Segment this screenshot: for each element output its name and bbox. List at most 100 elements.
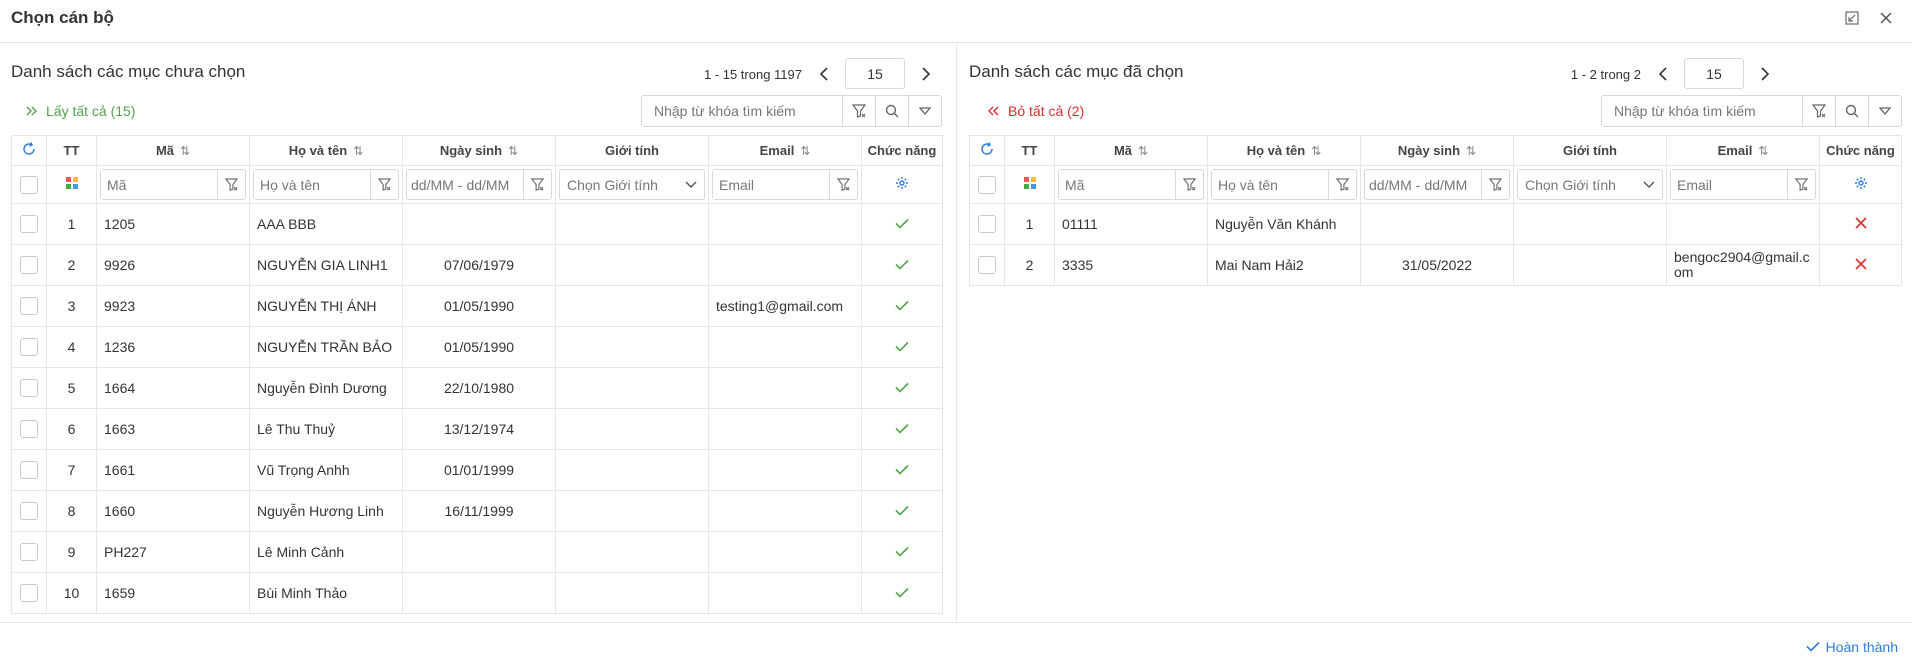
- date-range-filter[interactable]: dd/MM - dd/MM: [407, 170, 523, 199]
- check-icon[interactable]: [861, 203, 943, 245]
- row-checkbox[interactable]: [978, 215, 996, 234]
- refresh-icon[interactable]: [11, 135, 47, 166]
- filter-icon[interactable]: [1787, 170, 1815, 199]
- check-icon[interactable]: [861, 449, 943, 491]
- table-row[interactable]: 1 1205 AAA BBB: [11, 203, 943, 245]
- col-header-ma[interactable]: Mã ⇅: [96, 135, 250, 166]
- check-icon[interactable]: [861, 244, 943, 286]
- cell-dob: [1360, 203, 1514, 245]
- filter-dropdown-icon[interactable]: [1868, 96, 1901, 126]
- next-page-button[interactable]: [914, 60, 938, 88]
- page-size-input[interactable]: [845, 58, 905, 89]
- gear-icon[interactable]: [1819, 165, 1902, 204]
- table-row[interactable]: 6 1663 Lê Thu Thuỷ 13/12/1974: [11, 408, 943, 450]
- row-checkbox[interactable]: [20, 379, 38, 398]
- cell-gender: [555, 326, 709, 368]
- cell-gender: [1513, 203, 1667, 245]
- row-checkbox[interactable]: [20, 420, 38, 439]
- table-row[interactable]: 3 9923 NGUYỄN THỊ ÁNH 01/05/1990 testing1@gm…: [11, 285, 943, 327]
- row-checkbox[interactable]: [20, 543, 38, 562]
- page-size-input[interactable]: [1684, 58, 1744, 89]
- search-input[interactable]: [642, 96, 842, 126]
- search-icon[interactable]: [1835, 96, 1868, 126]
- cell-name: Nguyễn Đình Dương: [249, 367, 403, 409]
- dialog-footer: Hoàn thành: [0, 622, 1912, 661]
- filter-dropdown-icon[interactable]: [908, 96, 941, 126]
- cell-email: [1666, 203, 1820, 245]
- col-header-name[interactable]: Họ và tên ⇅: [249, 135, 403, 166]
- select-all-checkbox[interactable]: [20, 175, 38, 194]
- select-all-button[interactable]: Lấy tất cả (15): [26, 99, 136, 123]
- row-checkbox[interactable]: [20, 297, 38, 316]
- row-checkbox[interactable]: [20, 256, 38, 275]
- row-checkbox[interactable]: [20, 584, 38, 603]
- filter-icon[interactable]: [370, 170, 398, 199]
- filter-icon[interactable]: [1802, 96, 1835, 126]
- x-icon[interactable]: [1819, 203, 1902, 245]
- table-row[interactable]: 9 PH227 Lê Minh Cảnh: [11, 531, 943, 573]
- finish-button[interactable]: Hoàn thành: [1806, 639, 1898, 655]
- x-icon[interactable]: [1819, 244, 1902, 286]
- selected-panel-title: Danh sách các mục đã chọn: [969, 62, 1184, 81]
- table-row[interactable]: 2 3335 Mai Nam Hải2 31/05/2022 bengoc2904@gm…: [969, 244, 1902, 286]
- row-checkbox[interactable]: [20, 338, 38, 357]
- prev-page-button[interactable]: [1651, 60, 1675, 88]
- select-all-checkbox[interactable]: [978, 175, 996, 194]
- check-icon[interactable]: [861, 572, 943, 614]
- col-header-dob[interactable]: Ngày sinh ⇅: [1360, 135, 1514, 166]
- filter-icon[interactable]: [523, 170, 551, 199]
- grid-color-icon[interactable]: [46, 165, 97, 204]
- check-icon[interactable]: [861, 531, 943, 573]
- gender-select[interactable]: Chọn Giới tính: [559, 169, 705, 200]
- filter-icon[interactable]: [1481, 170, 1509, 199]
- table-row[interactable]: 8 1660 Nguyễn Hương Linh 16/11/1999: [11, 490, 943, 532]
- col-header-ma[interactable]: Mã ⇅: [1054, 135, 1208, 166]
- table-row[interactable]: 4 1236 NGUYỄN TRẦN BẢO 01/05/1990: [11, 326, 943, 368]
- row-checkbox[interactable]: [20, 502, 38, 521]
- table-row[interactable]: 5 1664 Nguyễn Đình Dương 22/10/1980: [11, 367, 943, 409]
- cell-select: [11, 244, 47, 286]
- next-page-button[interactable]: [1753, 60, 1777, 88]
- search-icon[interactable]: [875, 96, 908, 126]
- check-icon[interactable]: [861, 326, 943, 368]
- filter-icon[interactable]: [842, 96, 875, 126]
- name-filter-input[interactable]: [254, 170, 370, 199]
- row-checkbox[interactable]: [978, 256, 996, 275]
- check-icon[interactable]: [861, 285, 943, 327]
- name-filter-input[interactable]: [1212, 170, 1328, 199]
- col-header-email[interactable]: Email ⇅: [1666, 135, 1820, 166]
- date-range-filter[interactable]: dd/MM - dd/MM: [1365, 170, 1481, 199]
- col-header-dob[interactable]: Ngày sinh ⇅: [402, 135, 556, 166]
- email-filter-input[interactable]: [1671, 170, 1787, 199]
- filter-icon[interactable]: [1328, 170, 1356, 199]
- cell-email: [708, 367, 862, 409]
- cell-gender: [555, 572, 709, 614]
- check-icon[interactable]: [861, 367, 943, 409]
- gender-select[interactable]: Chọn Giới tính: [1517, 169, 1663, 200]
- ma-filter-input[interactable]: [101, 170, 217, 199]
- table-row[interactable]: 1 01111 Nguyễn Văn Khánh: [969, 203, 1902, 245]
- refresh-icon[interactable]: [969, 135, 1005, 166]
- table-row[interactable]: 2 9926 NGUYỄN GIA LINH1 07/06/1979: [11, 244, 943, 286]
- remove-all-button[interactable]: Bỏ tất cả (2): [988, 99, 1084, 123]
- email-filter-input[interactable]: [713, 170, 829, 199]
- ma-filter-input[interactable]: [1059, 170, 1175, 199]
- check-icon[interactable]: [861, 408, 943, 450]
- filter-icon[interactable]: [1175, 170, 1203, 199]
- search-input[interactable]: [1602, 96, 1802, 126]
- close-icon[interactable]: [1876, 8, 1896, 28]
- filter-icon[interactable]: [217, 170, 245, 199]
- table-row[interactable]: 7 1661 Vũ Trọng Anhh 01/01/1999: [11, 449, 943, 491]
- filter-icon[interactable]: [829, 170, 857, 199]
- table-row[interactable]: 10 1659 Bùi Minh Thảo: [11, 572, 943, 614]
- col-header-name[interactable]: Họ và tên ⇅: [1207, 135, 1361, 166]
- grid-color-icon[interactable]: [1004, 165, 1055, 204]
- row-checkbox[interactable]: [20, 461, 38, 480]
- col-header-email[interactable]: Email ⇅: [708, 135, 862, 166]
- restore-window-icon[interactable]: [1842, 8, 1862, 28]
- cell-gender: [1513, 244, 1667, 286]
- prev-page-button[interactable]: [812, 60, 836, 88]
- gear-icon[interactable]: [861, 165, 943, 204]
- check-icon[interactable]: [861, 490, 943, 532]
- row-checkbox[interactable]: [20, 215, 38, 234]
